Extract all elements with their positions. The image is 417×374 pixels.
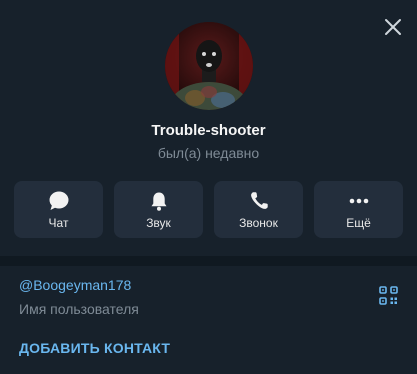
phone-icon (214, 190, 303, 212)
sound-button-label: Звук (146, 216, 171, 230)
bell-icon (114, 190, 203, 212)
chat-button-label: Чат (48, 216, 69, 230)
more-button-label: Ещё (346, 216, 371, 230)
profile-status: был(а) недавно (157, 145, 260, 161)
username-link[interactable]: @Boogeyman178 (19, 277, 131, 293)
call-button[interactable]: Звонок (214, 181, 303, 238)
profile-panel: Trouble-shooter был(а) недавно Чат Звук … (0, 0, 417, 374)
profile-info-section: @Boogeyman178 Имя пользователя ДОБАВИТЬ … (0, 266, 417, 374)
more-dots-icon (314, 190, 403, 212)
chat-bubble-icon (14, 190, 103, 212)
section-divider (0, 256, 417, 266)
close-icon[interactable] (382, 16, 404, 38)
action-buttons: Чат Звук Звонок Ещё (14, 181, 403, 238)
username-caption: Имя пользователя (19, 301, 139, 317)
profile-header: Trouble-shooter был(а) недавно Чат Звук … (0, 0, 417, 256)
qr-code-icon[interactable] (379, 286, 398, 305)
add-contact-button[interactable]: ДОБАВИТЬ КОНТАКТ (19, 340, 170, 356)
more-button[interactable]: Ещё (314, 181, 403, 238)
sound-button[interactable]: Звук (114, 181, 203, 238)
avatar[interactable] (165, 22, 253, 110)
call-button-label: Звонок (239, 216, 278, 230)
chat-button[interactable]: Чат (14, 181, 103, 238)
profile-name: Trouble-shooter (151, 122, 266, 139)
